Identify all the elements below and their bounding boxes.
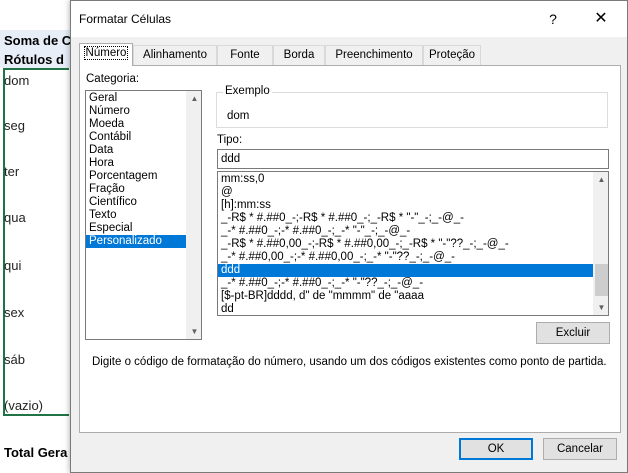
format-scrollbar[interactable]: ▲ ▼	[593, 172, 608, 315]
category-item[interactable]: Número	[86, 105, 187, 118]
help-button[interactable]: ?	[541, 7, 565, 31]
pivot-header-rows: Rótulos d	[4, 52, 64, 67]
format-code-list[interactable]: mm:ss,0 @ [h]:mm:ss _-R$ * #.##0_-;-R$ *…	[217, 171, 609, 316]
pivot-row-2[interactable]: ter	[4, 164, 66, 179]
cancel-button[interactable]: Cancelar	[543, 438, 617, 460]
scroll-down-icon[interactable]: ▼	[594, 300, 608, 315]
tab-borda[interactable]: Borda	[273, 45, 325, 65]
pivot-row-5[interactable]: sex	[4, 305, 66, 320]
format-item[interactable]: _-* #.##0_-;-* #.##0_-;_-* "-"??_-;_-@_-	[218, 277, 593, 290]
pivot-row-1[interactable]: seg	[4, 118, 66, 133]
pivot-total: Total Gera	[4, 445, 68, 460]
category-item[interactable]: Fração	[86, 183, 187, 196]
category-item[interactable]: Especial	[86, 222, 187, 235]
format-item[interactable]: _-* #.##0,00_-;-* #.##0,00_-;_-* "-"??_-…	[218, 251, 593, 264]
categoria-label: Categoria:	[86, 73, 140, 85]
excluir-button[interactable]: Excluir	[536, 322, 610, 344]
tab-alinhamento[interactable]: Alinhamento	[133, 45, 217, 65]
pivot-row-3[interactable]: qua	[4, 210, 66, 225]
hint-text: Digite o código de formatação do número,…	[92, 356, 607, 368]
format-item[interactable]: _-R$ * #.##0_-;-R$ * #.##0_-;_-R$ * "-"_…	[218, 212, 593, 225]
close-button[interactable]: ✕	[587, 7, 615, 31]
tab-protecao[interactable]: Proteção	[423, 45, 481, 65]
tipo-label: Tipo:	[217, 134, 243, 146]
exemplo-value: dom	[227, 110, 250, 122]
category-item[interactable]: Data	[86, 144, 187, 157]
scroll-thumb[interactable]	[595, 264, 608, 296]
numero-panel: Categoria: Geral Número Moeda Contábil D…	[79, 65, 621, 433]
category-item-selected[interactable]: Personalizado	[86, 235, 187, 248]
category-item[interactable]: Contábil	[86, 131, 187, 144]
format-item[interactable]: [$-pt-BR]dddd, d" de "mmmm" de "aaaa	[218, 290, 593, 303]
scroll-down-icon[interactable]: ▼	[187, 324, 201, 339]
format-item[interactable]: mm:ss,0	[218, 173, 593, 186]
scroll-up-icon[interactable]: ▲	[187, 91, 201, 106]
category-item[interactable]: Científico	[86, 196, 187, 209]
format-item[interactable]: _-R$ * #.##0,00_-;-R$ * #.##0,00_-;_-R$ …	[218, 238, 593, 251]
format-item[interactable]: dd	[218, 303, 593, 315]
category-scrollbar[interactable]: ▲ ▼	[186, 91, 201, 339]
pivot-row-6[interactable]: sáb	[4, 352, 66, 367]
pivot-row-7[interactable]: (vazio)	[4, 398, 66, 413]
dialog-titlebar[interactable]: Formatar Células ? ✕	[71, 1, 627, 37]
format-item[interactable]: @	[218, 186, 593, 199]
tab-preenchimento[interactable]: Preenchimento	[325, 45, 423, 65]
ok-button[interactable]: OK	[459, 438, 533, 460]
category-item[interactable]: Hora	[86, 157, 187, 170]
category-item[interactable]: Porcentagem	[86, 170, 187, 183]
exemplo-label: Exemplo	[223, 85, 272, 97]
category-item[interactable]: Texto	[86, 209, 187, 222]
pivot-row-4[interactable]: qui	[4, 258, 66, 273]
dialog-title: Formatar Células	[79, 12, 172, 26]
scroll-up-icon[interactable]: ▲	[594, 172, 608, 187]
tipo-input[interactable]: ddd	[217, 149, 609, 169]
category-item[interactable]: Geral	[86, 92, 187, 105]
tab-numero[interactable]: Número	[79, 43, 133, 66]
sample-group: Exemplo dom	[216, 85, 608, 128]
format-item[interactable]: _-* #.##0_-;-* #.##0_-;_-* "-"_-;_-@_-	[218, 225, 593, 238]
category-item[interactable]: Moeda	[86, 118, 187, 131]
tab-numero-label: Número	[83, 46, 129, 60]
tab-fonte[interactable]: Fonte	[217, 45, 273, 65]
format-item-selected[interactable]: ddd	[218, 264, 593, 277]
pivot-row-0[interactable]: dom	[4, 73, 66, 88]
format-item[interactable]: [h]:mm:ss	[218, 199, 593, 212]
pivot-header-sum: Soma de C	[4, 33, 72, 48]
format-cells-dialog: Formatar Células ? ✕ Número Alinhamento …	[70, 0, 628, 473]
category-list[interactable]: Geral Número Moeda Contábil Data Hora Po…	[85, 90, 202, 340]
